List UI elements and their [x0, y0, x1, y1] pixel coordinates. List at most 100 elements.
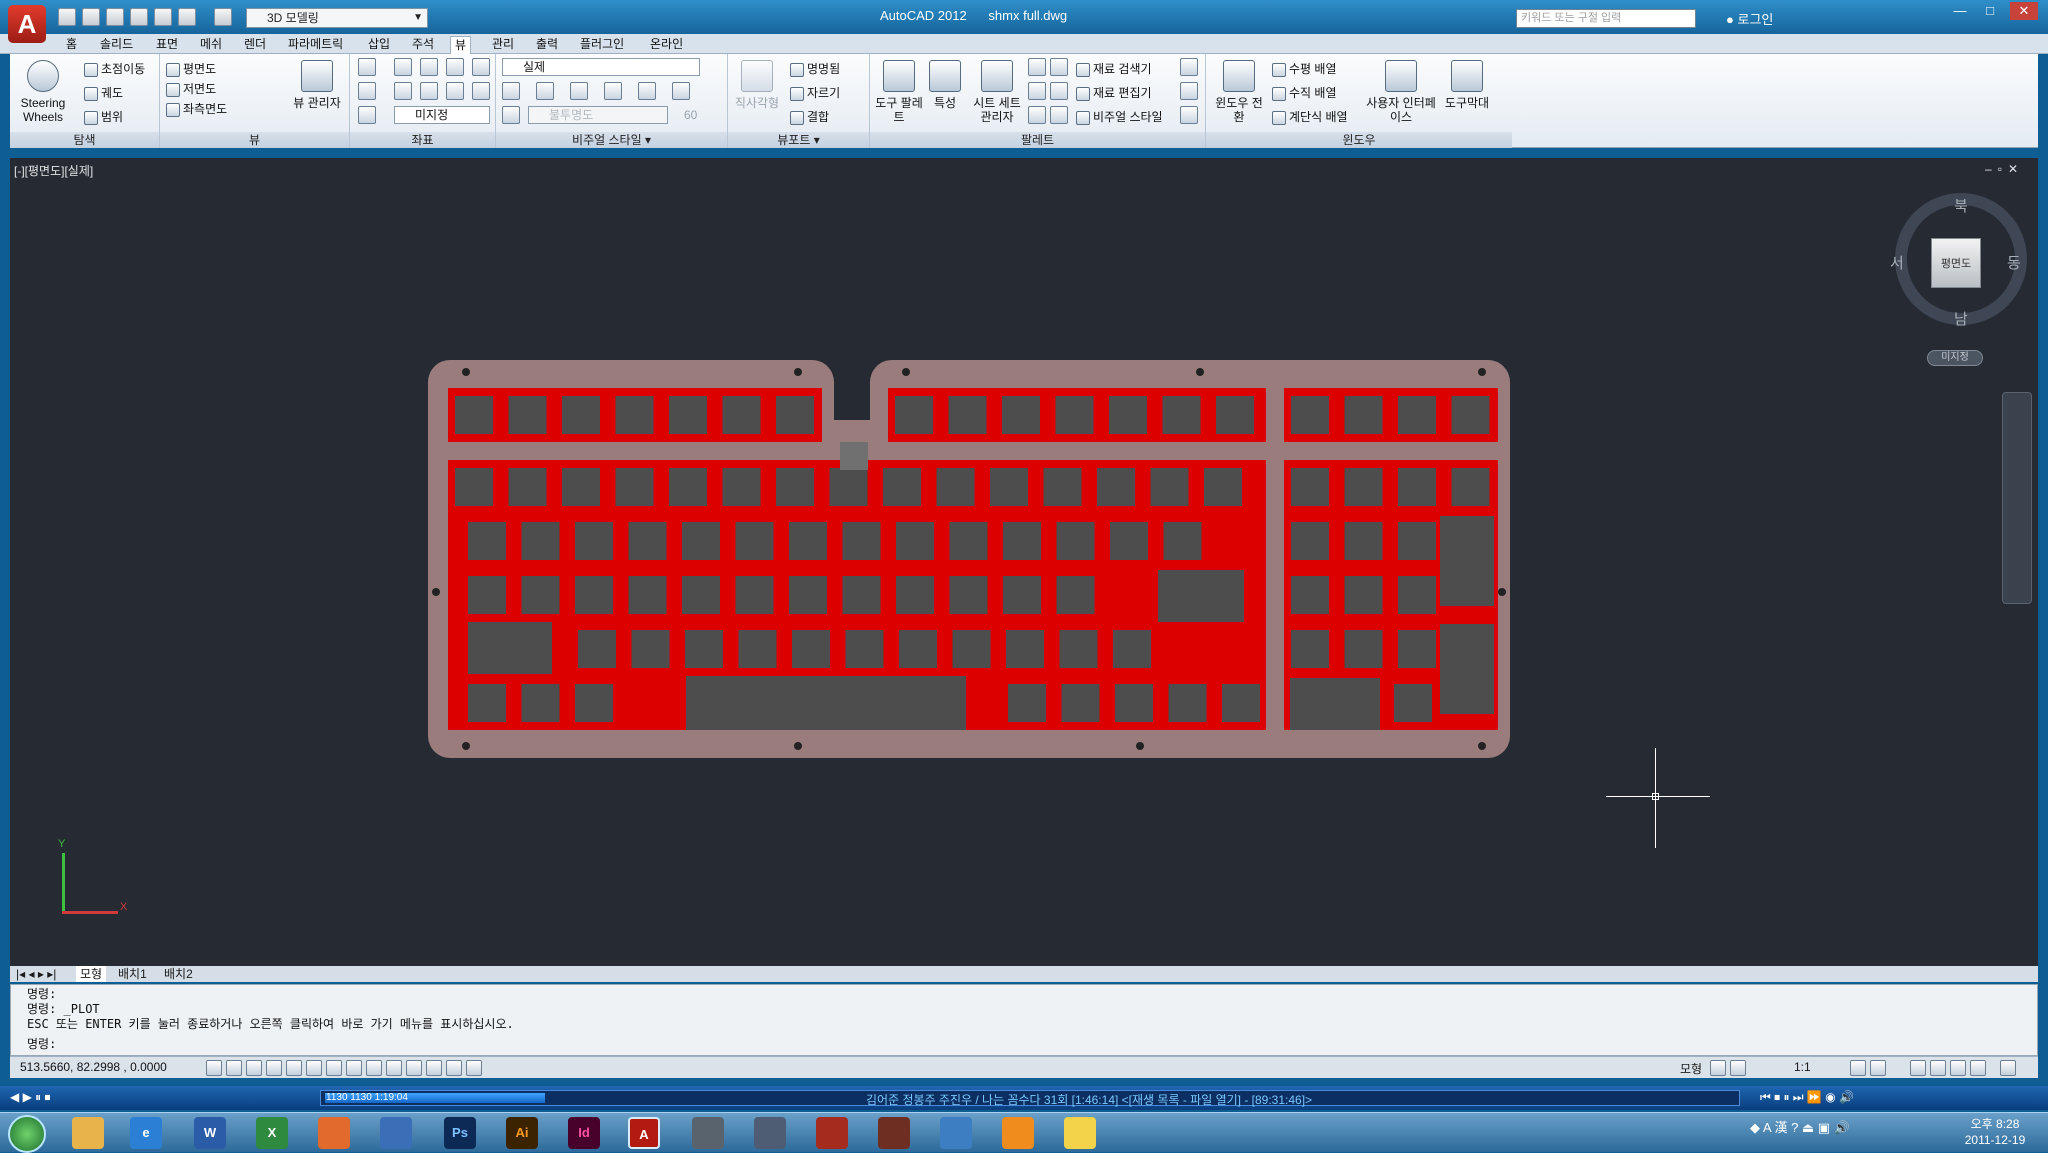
grid-icon[interactable] — [246, 1060, 262, 1076]
key-switch[interactable] — [1043, 468, 1082, 506]
ucs-icon[interactable] — [358, 58, 376, 76]
navigation-bar[interactable] — [2002, 392, 2032, 604]
key-switch[interactable] — [1110, 522, 1148, 560]
design-center-icon[interactable] — [1050, 58, 1068, 76]
key-switch[interactable] — [468, 684, 506, 722]
indesign-icon[interactable]: Id — [568, 1117, 600, 1149]
app-icon-7[interactable] — [692, 1117, 724, 1149]
tile-vertical-button[interactable]: 수직 배열 — [1272, 84, 1337, 101]
quick-view-drawings-icon[interactable] — [1730, 1060, 1746, 1076]
toolbars-button[interactable]: 도구막대 — [1440, 58, 1494, 130]
sun-icon[interactable] — [1180, 82, 1198, 100]
key-switch[interactable] — [1291, 396, 1329, 434]
selection-cycling-icon[interactable] — [466, 1060, 482, 1076]
drawing-canvas[interactable]: [-][평면도][실제] –▫✕ 평면도 북 남 동 서 미지정 Y X — [10, 158, 2038, 966]
tab-surface[interactable]: 표면 — [152, 36, 182, 54]
color-icon[interactable] — [570, 82, 588, 100]
tab-mesh[interactable]: 메쉬 — [196, 36, 226, 54]
sphere-icon[interactable] — [604, 82, 622, 100]
key-switch[interactable] — [776, 396, 814, 434]
key-switch[interactable] — [722, 396, 761, 434]
steering-wheels-button[interactable]: Steering Wheels — [16, 58, 70, 130]
cascade-button[interactable]: 계단식 배열 — [1272, 108, 1348, 125]
keyboard-plate-drawing[interactable] — [10, 158, 2038, 966]
key-switch[interactable] — [1290, 678, 1380, 730]
clock[interactable]: 오후 8:28 2011-12-19 — [1950, 1116, 2040, 1148]
screw-hole[interactable] — [794, 368, 802, 376]
lock-icon[interactable] — [1930, 1060, 1946, 1076]
plate-notch[interactable] — [840, 442, 868, 470]
pan-button[interactable]: 초점이동 — [84, 60, 145, 77]
key-switch[interactable] — [738, 630, 777, 668]
tab-render[interactable]: 렌더 — [240, 36, 270, 54]
key-switch[interactable] — [1204, 468, 1242, 506]
key-switch[interactable] — [789, 522, 827, 560]
key-switch[interactable] — [562, 396, 600, 434]
key-switch[interactable] — [508, 468, 547, 506]
tab-layout1[interactable]: 배치1 — [114, 966, 151, 982]
key-switch[interactable] — [735, 522, 774, 560]
join-viewport-button[interactable]: 결합 — [790, 108, 829, 125]
ucs-object-icon[interactable] — [420, 82, 438, 100]
key-switch[interactable] — [1344, 576, 1383, 614]
tab-layout2[interactable]: 배치2 — [160, 966, 197, 982]
dbconnect-icon[interactable] — [1050, 106, 1068, 124]
key-switch[interactable] — [1150, 468, 1189, 506]
key-switch[interactable] — [842, 576, 881, 614]
illustrator-icon[interactable]: Ai — [506, 1117, 538, 1149]
key-switch[interactable] — [1163, 522, 1202, 560]
tab-model[interactable]: 모형 — [76, 966, 107, 982]
excel-icon[interactable]: X — [256, 1117, 288, 1149]
visual-style-select[interactable]: 실제 — [502, 58, 700, 76]
key-switch[interactable] — [1440, 624, 1494, 714]
tab-insert[interactable]: 삽입 — [364, 36, 394, 54]
screw-hole[interactable] — [462, 742, 470, 750]
key-switch[interactable] — [631, 630, 670, 668]
lights-icon[interactable] — [1180, 58, 1198, 76]
app-icon-10[interactable] — [878, 1117, 910, 1149]
key-switch[interactable] — [575, 576, 613, 614]
redo-icon[interactable] — [214, 8, 232, 26]
switch-windows-button[interactable]: 윈도우 전환 — [1212, 58, 1266, 130]
properties-button[interactable]: 특성 — [918, 58, 972, 130]
tab-parametric[interactable]: 파라메트릭 — [284, 36, 347, 54]
key-switch[interactable] — [468, 522, 506, 560]
environment-icon[interactable] — [672, 82, 690, 100]
clip-viewport-button[interactable]: 자르기 — [790, 84, 840, 101]
render-icon[interactable] — [1180, 106, 1198, 124]
workspace-switching-icon[interactable] — [1910, 1060, 1926, 1076]
key-switch[interactable] — [628, 576, 667, 614]
plot-icon[interactable] — [154, 8, 172, 26]
key-switch[interactable] — [792, 630, 830, 668]
tab-home[interactable]: 홈 — [62, 36, 81, 54]
clean-screen-icon[interactable] — [2000, 1060, 2016, 1076]
app-icon-12[interactable] — [1002, 1117, 1034, 1149]
ucs-world-icon[interactable] — [394, 58, 412, 76]
media-controls[interactable]: ◀ ▶ ⏸ ⏹ — [10, 1090, 50, 1105]
app-icon-11[interactable] — [940, 1117, 972, 1149]
save-icon[interactable] — [106, 8, 124, 26]
tab-solid[interactable]: 솔리드 — [96, 36, 137, 54]
key-switch[interactable] — [575, 522, 613, 560]
key-switch[interactable] — [789, 576, 827, 614]
app-icon-8[interactable] — [754, 1117, 786, 1149]
tab-plugins[interactable]: 플러그인 — [576, 36, 628, 54]
ucs-x-icon[interactable] — [420, 58, 438, 76]
search-input[interactable]: 키워드 또는 구절 입력 — [1516, 9, 1696, 28]
otrack-icon[interactable] — [346, 1060, 362, 1076]
key-switch[interactable] — [1398, 576, 1436, 614]
key-switch[interactable] — [883, 468, 921, 506]
tile-horizontal-button[interactable]: 수평 배열 — [1272, 60, 1337, 77]
infer-icon[interactable] — [206, 1060, 222, 1076]
screw-hole[interactable] — [1478, 742, 1486, 750]
powerpoint-icon[interactable] — [318, 1117, 350, 1149]
explorer-icon[interactable] — [72, 1117, 104, 1149]
key-switch[interactable] — [990, 468, 1028, 506]
start-button[interactable] — [8, 1115, 46, 1153]
named-viewports-button[interactable]: 명명됨 — [790, 60, 840, 77]
internet-explorer-icon[interactable]: e — [130, 1117, 162, 1149]
key-switch[interactable] — [1003, 522, 1041, 560]
screw-hole[interactable] — [1196, 368, 1204, 376]
key-switch[interactable] — [615, 396, 654, 434]
sheet-set-button[interactable]: 시트 세트 관리자 — [970, 58, 1024, 130]
